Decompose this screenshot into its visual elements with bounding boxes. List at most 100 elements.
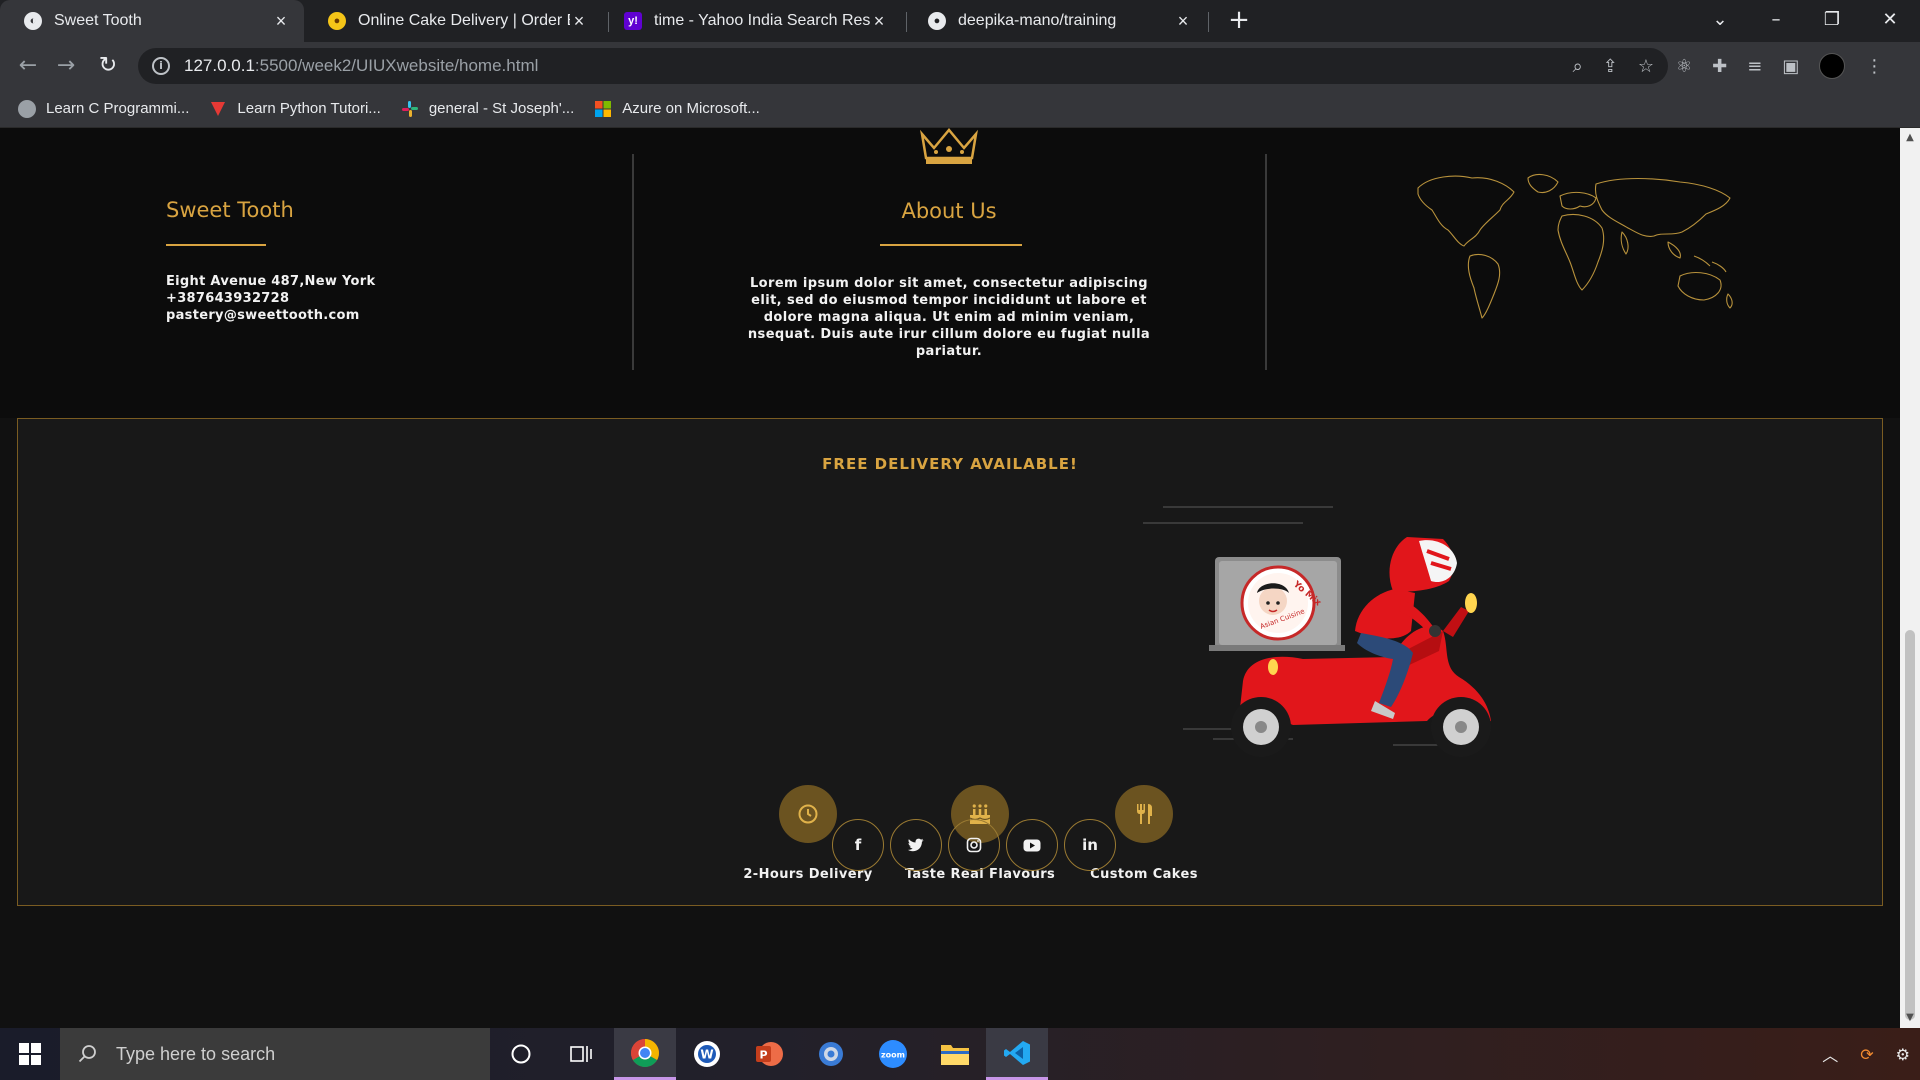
utensils-icon xyxy=(1115,785,1173,843)
globe-icon: ◐ xyxy=(24,12,42,30)
instagram-icon[interactable] xyxy=(948,819,1000,871)
task-view-icon[interactable] xyxy=(550,1028,612,1080)
delivery-scooter-illustration: Yo Mix Asian Cuisine xyxy=(1143,506,1491,757)
crown-icon xyxy=(920,128,978,164)
profile-avatar[interactable] xyxy=(1819,53,1846,79)
reload-button[interactable]: ↻ xyxy=(92,50,124,82)
social-links: f in xyxy=(832,819,1116,871)
column-divider xyxy=(1265,154,1267,370)
svg-text:W: W xyxy=(700,1048,713,1062)
tab-search-icon[interactable]: ⌄ xyxy=(1692,0,1748,42)
facebook-icon[interactable]: f xyxy=(832,819,884,871)
forward-button[interactable]: → xyxy=(50,50,82,82)
tab-sweet-tooth[interactable]: ◐ Sweet Tooth × xyxy=(0,0,304,42)
chrome-taskbar-icon[interactable] xyxy=(614,1028,676,1080)
bookmark-star-icon[interactable]: ☆ xyxy=(1638,56,1654,77)
tab-title: Online Cake Delivery | Order Best xyxy=(358,12,570,29)
extensions-icon[interactable]: ✚ xyxy=(1712,56,1727,77)
free-delivery-title: FREE DELIVERY AVAILABLE! xyxy=(822,455,1078,473)
minimize-button[interactable]: – xyxy=(1748,0,1804,42)
scroll-thumb[interactable] xyxy=(1905,630,1915,1020)
close-icon[interactable]: × xyxy=(870,11,888,32)
settings-taskbar-icon[interactable] xyxy=(800,1028,862,1080)
word-taskbar-icon[interactable]: W xyxy=(676,1028,738,1080)
media-controls-icon[interactable]: ≡ xyxy=(1747,56,1762,77)
close-icon[interactable]: × xyxy=(1174,11,1192,32)
yahoo-icon: y! xyxy=(624,12,642,30)
tab-github[interactable]: ● deepika-mano/training × xyxy=(904,0,1206,42)
world-map-image xyxy=(1417,173,1733,319)
powerpoint-taskbar-icon[interactable]: P xyxy=(738,1028,800,1080)
youtube-icon[interactable] xyxy=(1006,819,1058,871)
bookmark-label: Learn C Programmi... xyxy=(46,100,190,117)
tab-title: deepika-mano/training xyxy=(958,12,1117,29)
windows-logo-icon xyxy=(19,1043,41,1065)
scroll-up-arrow[interactable]: ▲ xyxy=(1900,130,1920,146)
contact-block: Eight Avenue 487,New York +387643932728 … xyxy=(166,273,375,324)
search-icon xyxy=(78,1045,96,1063)
twitter-icon[interactable] xyxy=(890,819,942,871)
browser-toolbar: ← → ↻ i 127.0.0.1:5500/week2/UIUXwebsite… xyxy=(0,42,1920,90)
tab-title: Sweet Tooth xyxy=(54,12,142,29)
cake-site-icon: ● xyxy=(328,12,346,30)
close-icon[interactable]: × xyxy=(570,11,588,32)
sync-icon[interactable]: ⟳ xyxy=(1860,1045,1873,1064)
side-panel-icon[interactable]: ▣ xyxy=(1782,56,1799,77)
about-underline xyxy=(880,244,1022,246)
bookmarks-bar: Learn C Programmi... Learn Python Tutori… xyxy=(0,90,1920,128)
footer-brand-title: Sweet Tooth xyxy=(166,198,294,222)
cortana-icon[interactable] xyxy=(490,1028,552,1080)
zoom-icon[interactable]: ⌕ xyxy=(1573,56,1583,77)
slack-icon xyxy=(401,100,418,117)
tab-strip: ◐ Sweet Tooth × ● Online Cake Delivery |… xyxy=(0,0,1920,42)
close-icon[interactable]: × xyxy=(272,11,290,32)
new-tab-button[interactable]: + xyxy=(1224,6,1254,36)
tab-yahoo[interactable]: y! time - Yahoo India Search Results × xyxy=(600,0,902,42)
scroll-down-arrow[interactable]: ▼ xyxy=(1900,1010,1920,1026)
page-viewport: Sweet Tooth Eight Avenue 487,New York +3… xyxy=(0,128,1900,1028)
brand-underline xyxy=(166,244,266,246)
share-icon[interactable]: ⇪ xyxy=(1603,56,1618,77)
tab-separator xyxy=(1208,12,1209,32)
tab-title: time - Yahoo India Search Results xyxy=(654,12,870,29)
phone-text: +387643932728 xyxy=(166,291,290,306)
github-icon: ● xyxy=(928,12,946,30)
menu-kebab-icon[interactable]: ⋮ xyxy=(1865,56,1883,77)
globe-icon xyxy=(18,99,36,118)
microsoft-icon xyxy=(595,100,612,117)
tutorials-logo-icon xyxy=(211,101,226,116)
react-devtools-icon[interactable]: ⚛ xyxy=(1676,56,1692,77)
bookmark-slack-general[interactable]: general - St Joseph'... xyxy=(401,100,574,118)
page-scrollbar[interactable]: ▲ ▼ xyxy=(1900,128,1920,1028)
url-text: 127.0.0.1:5500/week2/UIUXwebsite/home.ht… xyxy=(184,56,539,75)
linkedin-icon[interactable]: in xyxy=(1064,819,1116,871)
windows-taskbar: Type here to search W P zoom ︿ ⟳ ⚙ xyxy=(0,1028,1920,1080)
bookmark-azure[interactable]: Azure on Microsoft... xyxy=(594,100,760,118)
tab-cake-delivery[interactable]: ● Online Cake Delivery | Order Best × xyxy=(304,0,602,42)
tray-settings-icon[interactable]: ⚙ xyxy=(1896,1045,1910,1064)
address-text: Eight Avenue 487,New York xyxy=(166,274,376,289)
about-us-title: About Us xyxy=(901,199,997,223)
back-button[interactable]: ← xyxy=(12,50,44,82)
bookmark-label: Azure on Microsoft... xyxy=(622,100,760,117)
tray-chevron-icon[interactable]: ︿ xyxy=(1822,1042,1838,1066)
bookmark-learn-python[interactable]: Learn Python Tutori... xyxy=(209,100,381,118)
file-explorer-taskbar-icon[interactable] xyxy=(924,1028,986,1080)
vscode-taskbar-icon[interactable] xyxy=(986,1028,1048,1080)
address-bar[interactable]: i 127.0.0.1:5500/week2/UIUXwebsite/home.… xyxy=(138,48,1668,84)
taskbar-search-input[interactable]: Type here to search xyxy=(60,1028,490,1080)
bookmark-learn-c[interactable]: Learn C Programmi... xyxy=(18,99,190,118)
email-link[interactable]: pastery@sweettooth.com xyxy=(166,307,375,324)
clock-icon xyxy=(779,785,837,843)
svg-text:zoom: zoom xyxy=(881,1051,905,1060)
restore-button[interactable]: ❐ xyxy=(1804,0,1860,42)
info-icon[interactable]: i xyxy=(152,57,170,75)
zoom-taskbar-icon[interactable]: zoom xyxy=(862,1028,924,1080)
close-window-button[interactable]: ✕ xyxy=(1862,0,1918,42)
about-us-text: Lorem ipsum dolor sit amet, consectetur … xyxy=(747,276,1151,359)
bookmark-label: Learn Python Tutori... xyxy=(237,100,381,117)
search-placeholder: Type here to search xyxy=(116,1043,276,1064)
svg-text:P: P xyxy=(759,1049,767,1062)
bookmark-label: general - St Joseph'... xyxy=(428,100,575,117)
windows-start-button[interactable] xyxy=(0,1028,60,1080)
